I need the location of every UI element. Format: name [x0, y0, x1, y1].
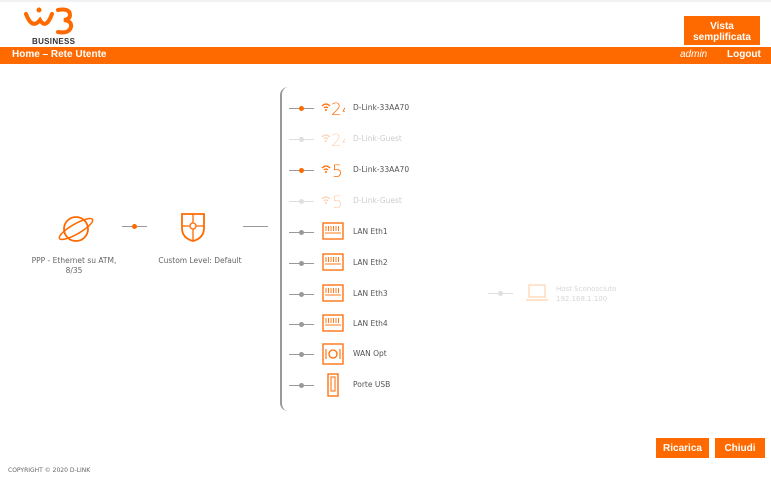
logo-subtitle: BUSINESS — [32, 37, 76, 46]
firewall-level-label: Custom Level: Default — [158, 256, 242, 265]
host-ip: 192.168.1.100 — [556, 295, 608, 303]
w3-logo-mark — [24, 7, 74, 35]
reload-button[interactable]: Ricarica — [656, 438, 709, 458]
wifi-5ghz-icon: 5 — [321, 162, 343, 182]
wan-connection-label: PPP - Ethernet su ATM, 8/35 — [24, 256, 124, 276]
laptop-icon — [526, 284, 548, 301]
ethernet-port-icon — [322, 222, 344, 240]
wifi-5-guest-row[interactable]: 5 D-Link-Guest — [289, 189, 489, 213]
network-label: D-Link-Guest — [353, 134, 402, 143]
network-label: D-Link-33AA70 — [353, 103, 410, 112]
breadcrumb: Home – Rete Utente — [12, 49, 107, 60]
unknown-host-node[interactable]: Host Sconosciuto 192.168.1.100 — [488, 283, 648, 313]
simplified-view-label-line1: Vista — [710, 21, 734, 32]
lan-eth2-row[interactable]: LAN Eth2 — [289, 251, 489, 275]
ethernet-port-icon — [322, 314, 344, 332]
lan-eth3-row[interactable]: LAN Eth3 — [289, 282, 489, 306]
navigation-bar: Home – Rete Utente admin Logout — [0, 47, 771, 64]
bridge-connector — [243, 226, 268, 227]
close-button[interactable]: Chiudi — [715, 438, 765, 458]
network-label: D-Link-Guest — [353, 196, 402, 205]
wan-label-line2: 8/35 — [65, 266, 83, 275]
lan-eth1-row[interactable]: LAN Eth1 — [289, 220, 489, 244]
wan-opt-row[interactable]: WAN Opt — [289, 342, 489, 366]
logout-link[interactable]: Logout — [727, 49, 761, 60]
top-border — [0, 0, 771, 2]
band-label: 5 — [332, 193, 343, 213]
copyright-footer: COPYRIGHT © 2020 D-LINK — [8, 467, 91, 474]
wan-label-line1: PPP - Ethernet su ATM, — [31, 256, 117, 265]
port-label: LAN Eth1 — [353, 227, 388, 236]
band-label: 24 — [331, 100, 345, 120]
ethernet-port-icon — [322, 253, 344, 271]
band-label: 5 — [332, 162, 343, 182]
wan-optical-port-icon — [322, 343, 344, 365]
host-name: Host Sconosciuto — [556, 285, 617, 293]
ethernet-port-icon — [322, 284, 344, 302]
wifi-24-main-row[interactable]: 24 D-Link-33AA70 — [289, 96, 489, 120]
port-label: LAN Eth4 — [353, 319, 388, 328]
band-label: 24 — [331, 131, 345, 151]
usb-port-icon — [327, 373, 339, 397]
internet-globe-icon[interactable] — [58, 212, 94, 246]
wifi-5-main-row[interactable]: 5 D-Link-33AA70 — [289, 158, 489, 182]
port-label: LAN Eth3 — [353, 289, 388, 298]
host-info: Host Sconosciuto 192.168.1.100 — [556, 284, 616, 304]
port-label: LAN Eth2 — [353, 258, 388, 267]
wifi-2.4ghz-icon: 24 — [321, 100, 345, 120]
current-user: admin — [680, 49, 708, 60]
wifi-2.4ghz-icon: 24 — [321, 131, 345, 151]
wifi-24-guest-row[interactable]: 24 D-Link-Guest — [289, 127, 489, 151]
simplified-view-label-line2: semplificata — [693, 32, 751, 43]
network-label: D-Link-33AA70 — [353, 165, 410, 174]
w3-business-logo: BUSINESS — [22, 6, 92, 46]
firewall-shield-icon[interactable] — [180, 212, 206, 242]
port-label: WAN Opt — [353, 349, 387, 358]
port-label: Porte USB — [353, 380, 391, 389]
simplified-view-button[interactable]: Vista semplificata — [684, 16, 760, 45]
wifi-5ghz-icon: 5 — [321, 193, 343, 213]
lan-eth4-row[interactable]: LAN Eth4 — [289, 312, 489, 336]
usb-row[interactable]: Porte USB — [289, 373, 489, 397]
